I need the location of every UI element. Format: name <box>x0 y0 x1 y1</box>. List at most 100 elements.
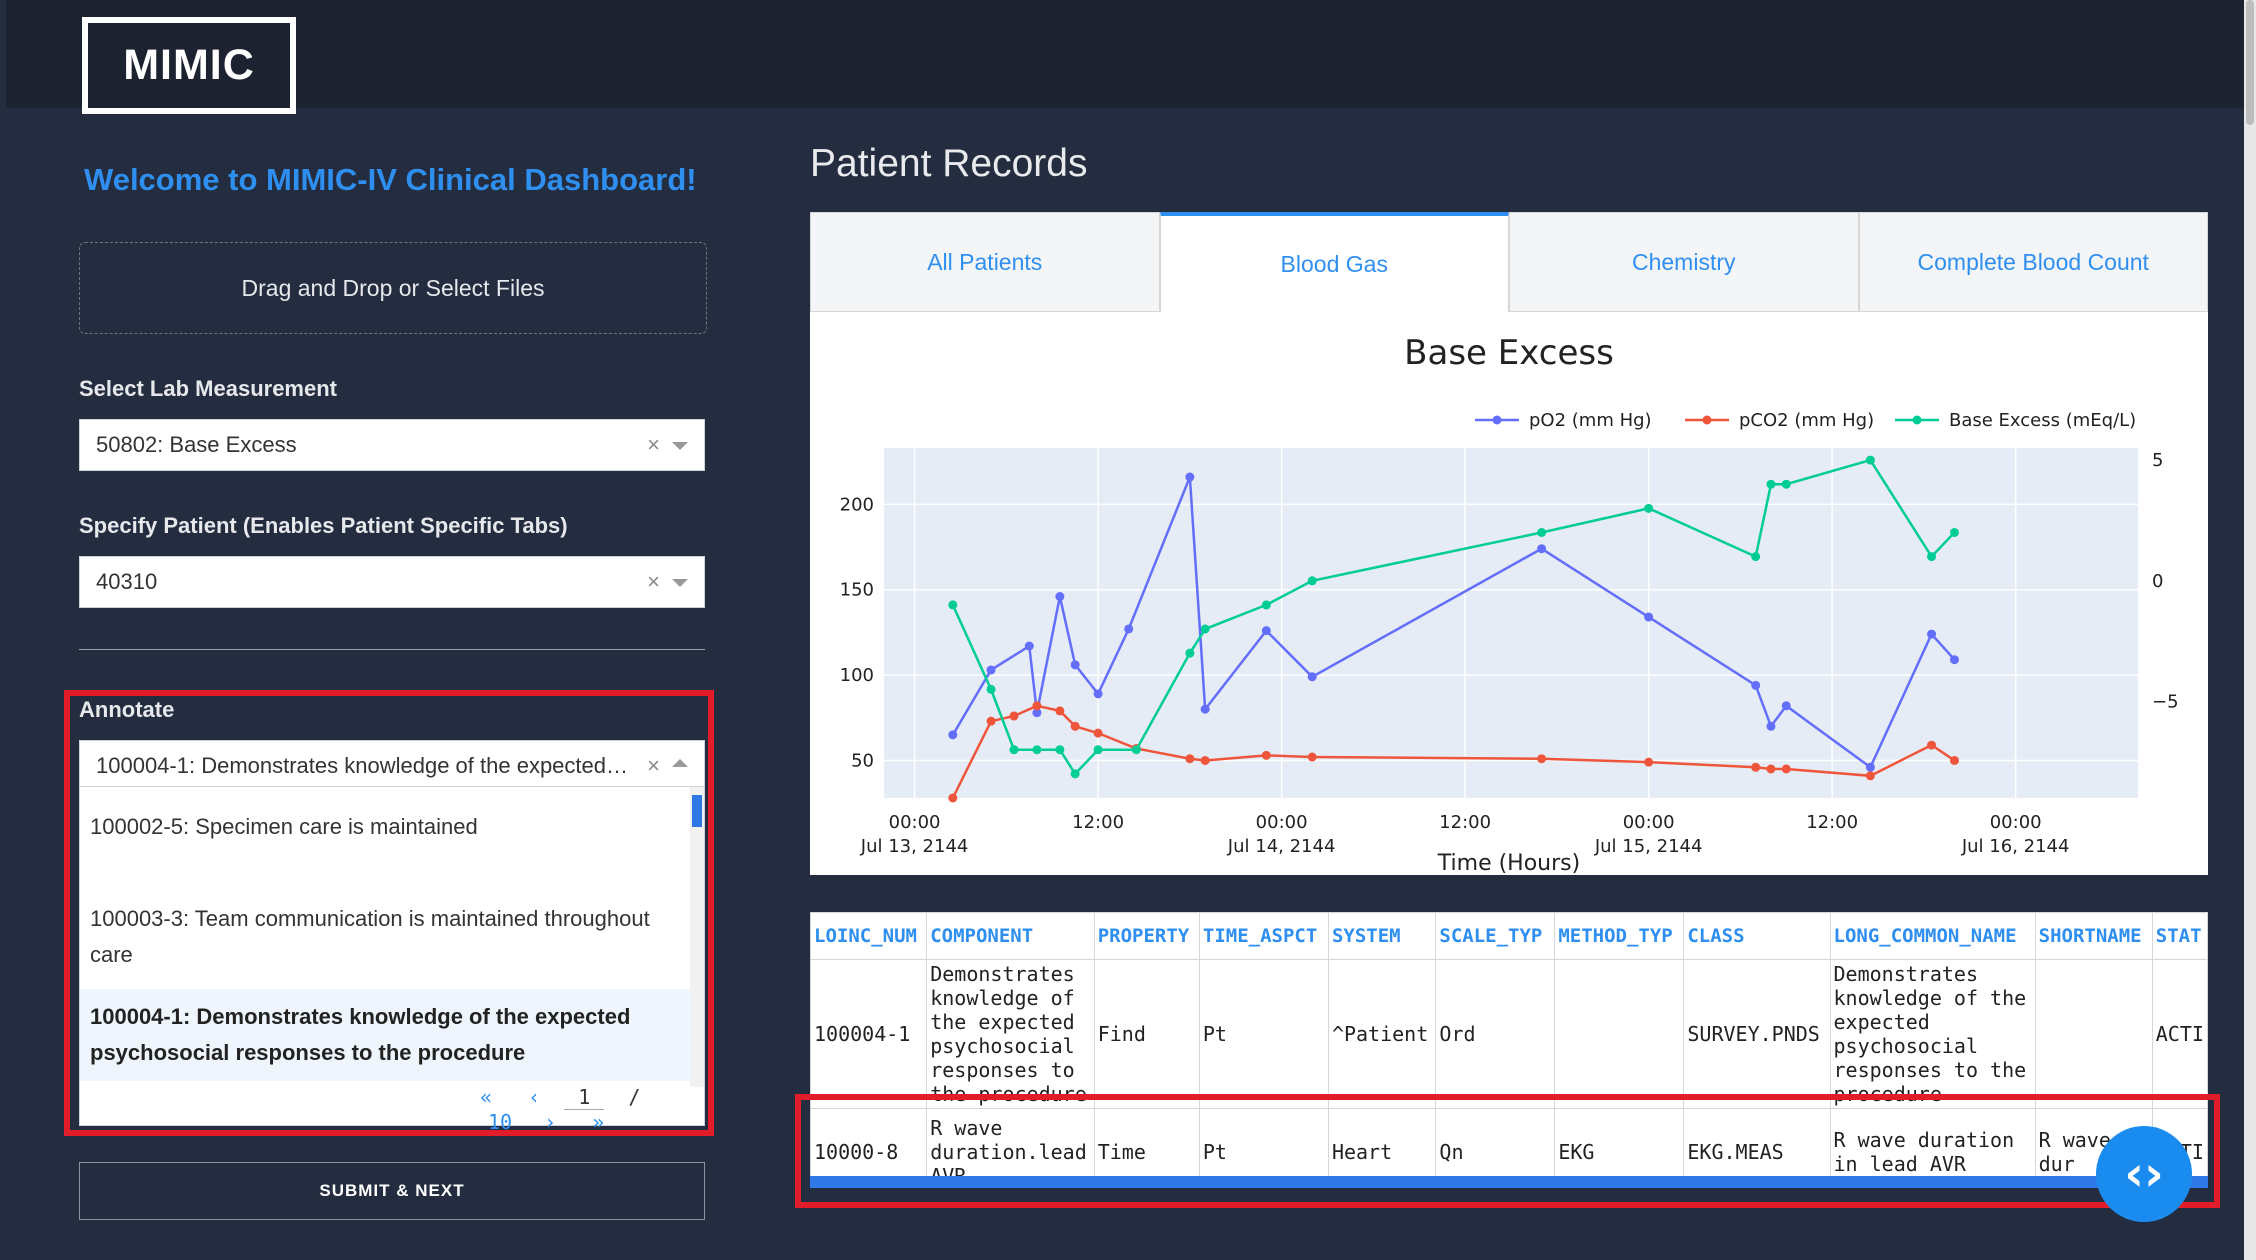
column-header[interactable]: METHOD_TYP <box>1554 912 1685 960</box>
table-cell: ACTI <box>2151 959 2208 1109</box>
patient-label: Specify Patient (Enables Patient Specifi… <box>79 513 568 538</box>
table-cell: ^Patient <box>1327 959 1437 1109</box>
data-point <box>1766 479 1776 489</box>
data-point <box>1865 455 1875 465</box>
x-axis-label: Time (Hours) <box>1437 851 1580 875</box>
column-header[interactable]: LOINC_NUM <box>810 912 928 960</box>
data-point <box>1200 704 1210 714</box>
column-header[interactable]: SHORTNAME <box>2034 912 2153 960</box>
data-point <box>948 600 958 610</box>
column-header[interactable]: LONG_COMMON_NAME <box>1829 912 2036 960</box>
x-tick-label: 12:00 <box>1806 812 1858 833</box>
annotate-highlight-box <box>64 690 714 1136</box>
data-point <box>948 793 958 803</box>
file-upload-dropzone[interactable]: Drag and Drop or Select Files <box>79 242 707 334</box>
chevron-down-icon[interactable] <box>672 442 688 450</box>
x-tick-label: 00:00 <box>1990 812 2042 833</box>
data-point <box>1032 701 1042 711</box>
records-tabs: All Patients Blood Gas Chemistry Complet… <box>810 212 2208 312</box>
data-point <box>1055 592 1065 602</box>
welcome-title: Welcome to MIMIC-IV Clinical Dashboard! <box>84 162 697 197</box>
x-tick-label: Jul 14, 2144 <box>1227 836 1336 857</box>
page-scrollbar-thumb[interactable] <box>2246 0 2254 125</box>
column-header[interactable]: CLASS <box>1683 912 1831 960</box>
data-point <box>1055 706 1065 716</box>
data-point <box>1751 552 1761 562</box>
table-cell: Ord <box>1435 959 1556 1109</box>
x-tick-label: 00:00 <box>889 812 941 833</box>
clear-icon[interactable]: × <box>647 569 660 595</box>
lab-measurement-value: 50802: Base Excess <box>96 432 297 457</box>
y-tick-label: 100 <box>840 665 874 686</box>
column-header[interactable]: TIME_ASPCT <box>1198 912 1329 960</box>
data-point <box>1927 552 1937 562</box>
data-point <box>1766 764 1776 774</box>
chevron-down-icon[interactable] <box>672 579 688 587</box>
data-point <box>1055 745 1065 755</box>
patient-value: 40310 <box>96 569 158 594</box>
divider <box>79 649 705 650</box>
table-cell <box>1554 959 1685 1109</box>
table-row[interactable]: 100004-1 Demonstrates knowledge of the ex… <box>810 959 2208 1109</box>
data-point <box>1751 680 1761 690</box>
tab-all-patients[interactable]: All Patients <box>810 212 1160 312</box>
code-toggle-icon[interactable]: ‹› <box>2096 1126 2192 1222</box>
page-scrollbar[interactable] <box>2244 0 2256 1260</box>
column-header[interactable]: STAT <box>2151 912 2208 960</box>
data-point <box>1644 612 1654 622</box>
submit-next-button[interactable]: SUBMIT & NEXT <box>79 1162 705 1220</box>
y-tick-label: 150 <box>840 580 874 601</box>
data-point <box>1093 728 1103 738</box>
data-point <box>1766 721 1776 731</box>
plot-area <box>884 448 2138 798</box>
data-point <box>1032 745 1042 755</box>
top-bar <box>6 0 2244 108</box>
x-tick-label: 00:00 <box>1623 812 1675 833</box>
lab-measurement-select[interactable]: 50802: Base Excess × <box>79 419 705 471</box>
x-tick-label: Jul 15, 2144 <box>1594 836 1703 857</box>
base-excess-chart[interactable]: Base Excess 00:00 Jul 13, 2144 12:00 00:00 Ju… <box>810 312 2208 875</box>
y-tick-label: 50 <box>851 750 874 771</box>
y2-tick-label: −5 <box>2152 691 2179 712</box>
tab-complete-blood-count[interactable]: Complete Blood Count <box>1858 212 2208 312</box>
data-point <box>1185 648 1195 658</box>
tab-chemistry[interactable]: Chemistry <box>1509 212 1859 312</box>
column-header[interactable]: PROPERTY <box>1093 912 1200 960</box>
tab-blood-gas[interactable]: Blood Gas <box>1159 212 1509 312</box>
table-cell: Find <box>1093 959 1200 1109</box>
table-header-row: LOINC_NUM COMPONENT PROPERTY TIME_ASPCT SYST… <box>810 912 2208 960</box>
data-point <box>986 665 996 675</box>
data-point <box>1070 769 1080 779</box>
table-cell: 100004-1 <box>810 959 928 1109</box>
x-tick-label: Jul 13, 2144 <box>860 836 969 857</box>
row-highlight-box <box>795 1094 2220 1208</box>
column-header[interactable]: SYSTEM <box>1327 912 1437 960</box>
patient-select[interactable]: 40310 × <box>79 556 705 608</box>
x-tick-label: 00:00 <box>1256 812 1308 833</box>
chart-title: Base Excess <box>1404 333 1614 373</box>
lab-measurement-label: Select Lab Measurement <box>79 376 337 401</box>
data-point <box>1261 600 1271 610</box>
data-point <box>1865 771 1875 781</box>
data-point <box>1537 544 1547 554</box>
data-point <box>1927 740 1937 750</box>
data-point <box>986 684 996 694</box>
data-point <box>1093 689 1103 699</box>
table-cell <box>2034 959 2153 1109</box>
data-point <box>1949 527 1959 537</box>
data-point <box>1644 503 1654 513</box>
column-header[interactable]: SCALE_TYP <box>1435 912 1556 960</box>
legend-marker <box>1702 415 1712 425</box>
data-point <box>1537 754 1547 764</box>
data-point <box>1261 626 1271 636</box>
data-point <box>1261 750 1271 760</box>
data-point <box>1537 527 1547 537</box>
data-point <box>1751 762 1761 772</box>
clear-icon[interactable]: × <box>647 432 660 458</box>
data-point <box>1949 655 1959 665</box>
column-header[interactable]: COMPONENT <box>926 912 1095 960</box>
data-point <box>1949 755 1959 765</box>
data-point <box>1070 721 1080 731</box>
data-point <box>1307 672 1317 682</box>
y2-tick-label: 0 <box>2152 571 2163 592</box>
